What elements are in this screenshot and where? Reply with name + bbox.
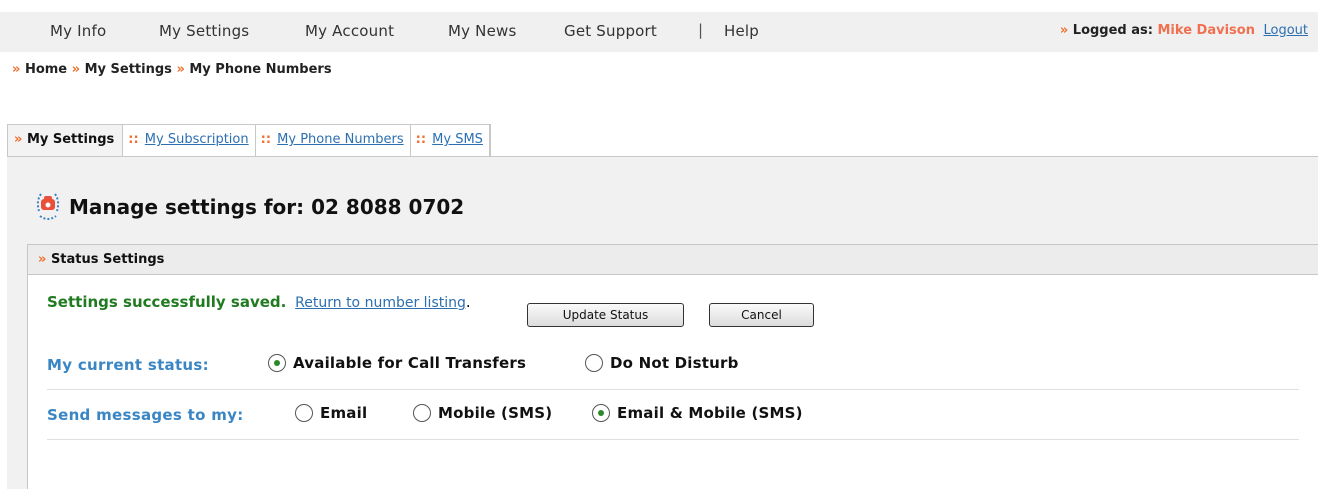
- messages-email-mobile-option[interactable]: Email & Mobile (SMS): [592, 404, 803, 422]
- nav-my-info[interactable]: My Info: [50, 22, 106, 40]
- tab-marker: ::: [260, 132, 272, 147]
- radio-mobile-sms[interactable]: [413, 404, 431, 422]
- top-navigation: My Info My Settings My Account My News G…: [0, 12, 1318, 52]
- tab-label[interactable]: My SMS: [432, 132, 483, 147]
- logged-marker: »: [1059, 23, 1069, 38]
- breadcrumb-home[interactable]: Home: [25, 62, 67, 77]
- option-label: Email & Mobile (SMS): [617, 404, 803, 422]
- return-suffix: .: [465, 293, 471, 311]
- status-settings-header: » Status Settings: [28, 245, 1318, 275]
- return-to-listing-link[interactable]: Return to number listing: [295, 295, 466, 311]
- current-status-label: My current status:: [47, 356, 209, 374]
- nav-my-news[interactable]: My News: [448, 22, 517, 40]
- section-title: Status Settings: [50, 252, 165, 267]
- nav-help[interactable]: Help: [724, 22, 759, 40]
- tab-my-settings[interactable]: » My Settings: [8, 125, 124, 157]
- logged-in-info: » Logged as: Mike Davison Logout: [1060, 23, 1308, 38]
- status-dnd-option[interactable]: Do Not Disturb: [585, 354, 739, 372]
- radio-email-and-mobile[interactable]: [592, 404, 610, 422]
- nav-my-account[interactable]: My Account: [305, 22, 394, 40]
- breadcrumb-my-phone-numbers: My Phone Numbers: [189, 62, 332, 77]
- tab-my-sms[interactable]: :: My SMS: [411, 125, 490, 157]
- current-status-row: My current status: Available for Call Tr…: [47, 342, 1299, 390]
- send-messages-row: Send messages to my: Email Mobile (SMS) …: [47, 392, 1299, 440]
- breadcrumb-my-settings[interactable]: My Settings: [85, 62, 172, 77]
- breadcrumb-marker: »: [176, 62, 185, 77]
- nav-my-settings[interactable]: My Settings: [159, 22, 249, 40]
- tab-label: My Settings: [26, 132, 115, 147]
- breadcrumb-marker: »: [12, 62, 21, 77]
- messages-email-option[interactable]: Email: [295, 404, 367, 422]
- tab-marker: ::: [415, 132, 427, 147]
- logged-label: Logged as:: [1072, 23, 1153, 38]
- tab-label[interactable]: My Phone Numbers: [277, 132, 403, 147]
- tab-active-marker: »: [14, 132, 23, 147]
- cancel-button[interactable]: Cancel: [709, 303, 814, 327]
- radio-do-not-disturb[interactable]: [585, 354, 603, 372]
- page-title: Manage settings for: 02 8088 0702: [69, 195, 465, 219]
- page-heading: Manage settings for: 02 8088 0702: [35, 191, 464, 223]
- tab-label[interactable]: My Subscription: [145, 132, 249, 147]
- logout-link[interactable]: Logout: [1263, 23, 1308, 38]
- phone-icon: [36, 193, 60, 220]
- messages-mobile-option[interactable]: Mobile (SMS): [413, 404, 552, 422]
- option-label: Available for Call Transfers: [293, 354, 527, 372]
- nav-separator: |: [698, 21, 704, 39]
- tab-my-subscription[interactable]: :: My Subscription: [123, 125, 256, 157]
- radio-email[interactable]: [295, 404, 313, 422]
- tab-marker: ::: [128, 132, 139, 147]
- user-name: Mike Davison: [1157, 23, 1255, 38]
- status-settings-box: » Status Settings Settings successfully …: [27, 244, 1318, 489]
- send-messages-label: Send messages to my:: [47, 406, 244, 424]
- update-status-button[interactable]: Update Status: [527, 303, 684, 327]
- nav-get-support[interactable]: Get Support: [564, 22, 657, 40]
- status-available-option[interactable]: Available for Call Transfers: [268, 354, 526, 372]
- option-label: Mobile (SMS): [438, 404, 553, 422]
- settings-tabs: » My Settings :: My Subscription :: My P…: [7, 124, 491, 157]
- tab-my-phone-numbers[interactable]: :: My Phone Numbers: [256, 125, 411, 157]
- breadcrumb: » Home » My Settings » My Phone Numbers: [12, 62, 332, 77]
- breadcrumb-marker: »: [71, 62, 81, 77]
- radio-available[interactable]: [268, 354, 286, 372]
- success-message: Settings successfully saved.: [47, 293, 287, 311]
- status-message: Settings successfully saved. Return to n…: [47, 293, 471, 311]
- option-label: Do Not Disturb: [610, 354, 739, 372]
- section-marker: »: [38, 252, 47, 267]
- option-label: Email: [320, 404, 368, 422]
